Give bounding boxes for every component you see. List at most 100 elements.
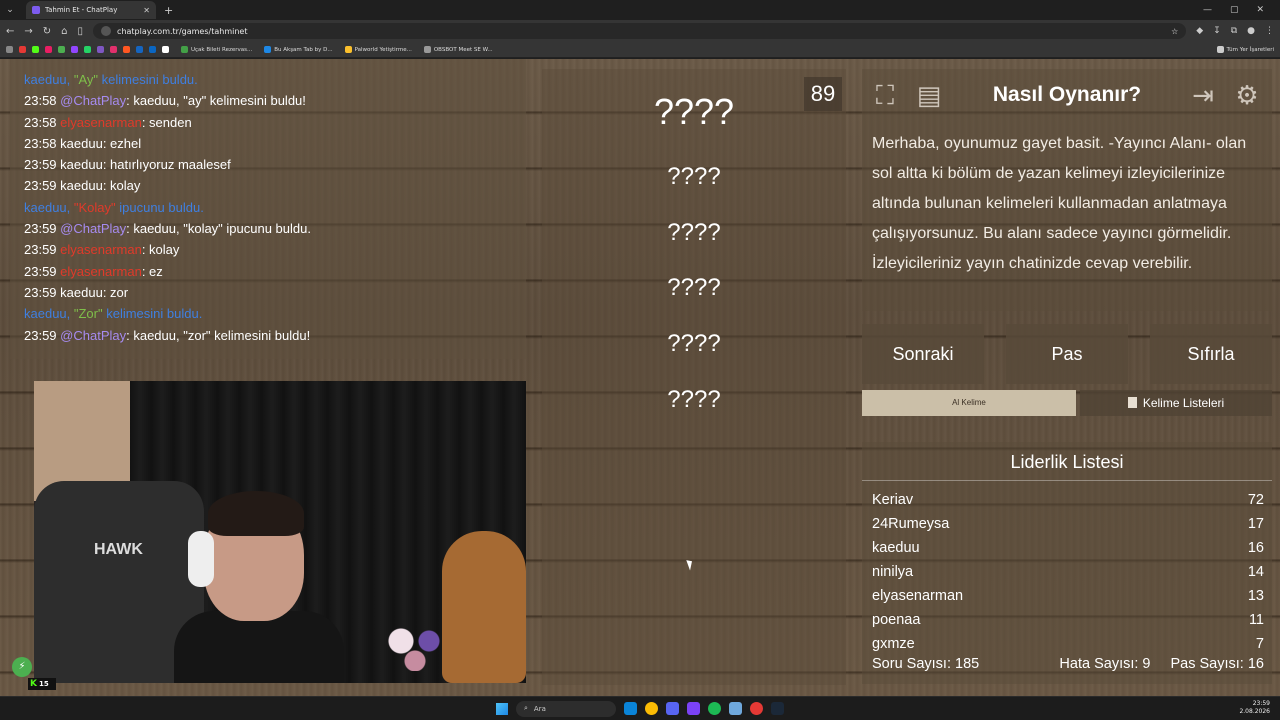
profile-avatar-icon[interactable]: ● [1247,26,1255,36]
chat-message: kaeduu, "Kolay" ipucunu buldu. [24,197,512,218]
next-button[interactable]: Sonraki [862,324,984,384]
app-icon[interactable] [729,702,742,715]
apps-grid-icon[interactable] [6,46,13,53]
x-bookmark-icon[interactable] [162,46,169,53]
all-bookmarks[interactable]: Tüm Yer İşaretleri [1216,46,1274,53]
message-time: 23:59 [24,157,57,173]
steam-app-icon[interactable] [771,702,784,715]
tab-words-label: Al Kelime [952,398,986,407]
leaderboard-row: elyasenarman 13 [872,588,1264,612]
main-word: ???? [653,91,735,132]
taskbar-clock[interactable]: 23:59 2.08.2026 [1239,700,1270,716]
browser-tab[interactable]: Tahmin Et - ChatPlay ✕ [26,1,156,19]
system-prefix: kaeduu, [24,306,74,322]
twitch-bookmark-icon[interactable] [71,46,78,53]
bookmark-label: Palworld Yetiştirme... [354,46,412,53]
sidebar-icon[interactable]: ▯ [78,26,84,37]
search-placeholder: Ara [533,704,546,713]
player-name: ninilya [872,564,914,580]
player-score: 17 [1247,516,1264,532]
leaderboard-row: kaeduu 16 [872,540,1264,564]
chat-username[interactable]: kaeduu [60,136,103,151]
obs-app-icon[interactable] [750,702,763,715]
leaderboard-row: 24Rumeysa 17 [872,516,1264,540]
tab-word-lists[interactable]: Kelime Listeleri [1080,390,1272,416]
spotify-app-icon[interactable] [708,702,721,715]
maximize-icon[interactable]: ▢ [1230,5,1239,15]
tab-search-icon[interactable]: ⌄ [0,0,20,20]
whatsapp-bookmark-icon[interactable] [84,46,91,53]
minimize-icon[interactable]: — [1203,5,1212,15]
chat-username[interactable]: @ChatPlay [60,328,126,343]
chat-username[interactable]: kaeduu [60,178,103,193]
download-icon[interactable]: ↧ [1213,26,1221,36]
extensions-puzzle-icon[interactable]: ⧉ [1231,26,1237,36]
message-text: : ez [141,263,163,279]
chrome-app-icon[interactable] [645,702,658,715]
pass-button[interactable]: Pas [1006,324,1128,384]
system-prefix: kaeduu, [24,72,74,87]
bookmark-icon[interactable] [58,46,65,53]
hint-word: ???? [667,163,721,190]
settings-gear-icon[interactable]: ⚙ [1230,79,1264,113]
player-name: Keriav [872,492,914,508]
reset-button[interactable]: Sıfırla [1150,324,1272,384]
chat-message: 23:58 kaeduu: ezhel [24,133,512,154]
chat-message: 23:59 elyasenarman: ez [24,261,512,282]
close-tab-icon[interactable]: ✕ [143,6,150,15]
bookmark-icon[interactable] [123,46,130,53]
system-suffix: kelimesini buldu. [102,306,203,322]
message-time: 23:59 [24,327,57,343]
new-tab-icon[interactable]: + [164,4,173,17]
browser-tabbar: ⌄ Tahmin Et - ChatPlay ✕ + — ▢ ✕ [0,0,1280,20]
bookmark-label: OBSBOT Meet SE W... [433,46,493,53]
bookmark-obsbot[interactable]: OBSBOT Meet SE W... [423,46,493,53]
bookmark-tab[interactable]: Bu Akşam Tab by D... [264,46,333,53]
bookmark-icon[interactable] [136,46,143,53]
flight-bookmark-icon [181,46,188,53]
back-icon[interactable]: ← [6,26,14,37]
leaderboard-panel: Liderlik Listesi Keriav 72 24Rumeysa 17 kaed… [862,442,1272,684]
bookmark-star-icon[interactable]: ☆ [1171,27,1178,36]
tab-words[interactable]: Al Kelime [862,390,1076,416]
word-panel: 89 ???? ???? ???? ???? ???? ???? [542,69,846,685]
chat-username[interactable]: @ChatPlay [60,221,126,236]
taskbar-search[interactable]: ⌕ Ara [516,700,616,717]
bookmark-icon[interactable] [45,46,52,53]
chat-username[interactable]: elyasenarman [60,242,142,257]
chat-username[interactable]: elyasenarman [60,115,142,130]
error-count: Hata Sayısı: 9 [1059,656,1151,672]
folder-icon [1216,46,1224,53]
chat-username[interactable]: kaeduu [60,285,103,300]
edge-app-icon[interactable] [624,702,637,715]
youtube-bookmark-icon[interactable] [19,46,26,53]
logout-icon[interactable]: ⇥ [1186,79,1220,113]
flowers [380,621,450,671]
instagram-bookmark-icon[interactable] [110,46,117,53]
kick-viewer-badge: K 15 [28,678,56,690]
linkedin-bookmark-icon[interactable] [149,46,156,53]
bookmark-palworld[interactable]: Palworld Yetiştirme... [344,46,412,53]
reload-icon[interactable]: ↻ [43,26,51,37]
message-text: : kolay [102,178,141,194]
app-icon[interactable] [687,702,700,715]
chair-brand: HAWK [94,541,143,558]
chat-username[interactable]: kaeduu [60,157,103,172]
chat-username[interactable]: @ChatPlay [60,93,126,108]
site-info-icon[interactable] [101,26,112,36]
windows-start-icon[interactable] [496,702,508,715]
bookmark-icon[interactable] [97,46,104,53]
player-name: kaeduu [872,540,920,556]
extension-icon[interactable]: ◆ [1196,26,1203,36]
menu-dots-icon[interactable]: ⋮ [1265,26,1274,36]
chat-username[interactable]: elyasenarman [60,264,142,279]
hint-word: ???? [667,330,721,357]
bookmark-flight[interactable]: Uçak Bileti Rezervas... [181,46,252,53]
forward-icon[interactable]: → [24,26,32,37]
kick-bookmark-icon[interactable] [32,46,39,53]
address-bar[interactable]: chatplay.com.tr/games/tahminet ☆ [93,23,1187,39]
home-icon[interactable]: ⌂ [61,26,67,37]
obsbot-bookmark-icon [423,46,431,53]
close-window-icon[interactable]: ✕ [1256,5,1264,15]
discord-app-icon[interactable] [666,702,679,715]
